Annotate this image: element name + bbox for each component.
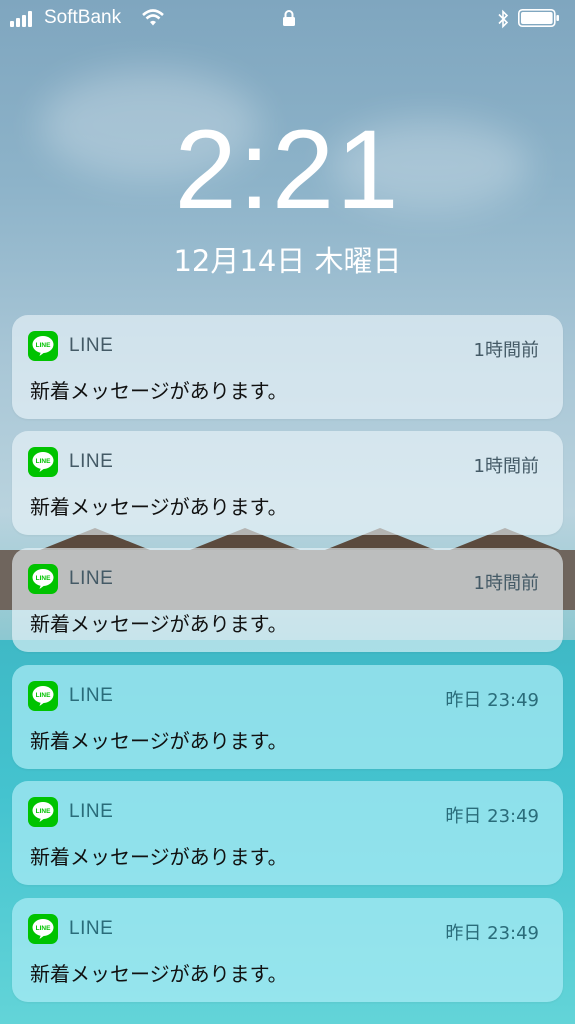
svg-text:LINE: LINE (36, 575, 51, 582)
notification-card[interactable]: LINE LINE 昨日 23:49 新着メッセージがあります。 (12, 898, 563, 1002)
notification-app-name: LINE (69, 801, 114, 822)
notification-app-name: LINE (69, 451, 114, 472)
wifi-icon (142, 9, 164, 26)
line-app-icon: LINE (28, 797, 58, 827)
svg-text:LINE: LINE (36, 458, 51, 465)
lockscreen-date: 12月14日 木曜日 (173, 244, 402, 278)
svg-text:LINE: LINE (36, 692, 51, 699)
notification-time: 昨日 23:49 (445, 806, 539, 827)
notification-time: 昨日 23:49 (445, 923, 539, 944)
notification-time: 1時間前 (473, 456, 539, 477)
svg-text:LINE: LINE (36, 342, 51, 349)
notification-card[interactable]: LINE LINE 1時間前新着メッセージがあります。 (12, 548, 563, 652)
notification-time: 昨日 23:49 (445, 690, 539, 711)
notification-message: 新着メッセージがあります。 (30, 729, 288, 753)
notification-card[interactable]: LINE LINE 1時間前新着メッセージがあります。 (12, 431, 563, 535)
notification-app-name: LINE (69, 918, 114, 939)
notification-message: 新着メッセージがあります。 (30, 612, 288, 636)
notification-message: 新着メッセージがあります。 (30, 962, 288, 986)
notification-time: 1時間前 (473, 340, 539, 361)
lock-icon (283, 10, 295, 26)
notification-message: 新着メッセージがあります。 (30, 495, 288, 519)
line-app-icon: LINE (28, 914, 58, 944)
status-bar: SoftBank (0, 0, 575, 40)
line-app-icon: LINE (28, 564, 58, 594)
line-app-icon: LINE (28, 331, 58, 361)
notification-card[interactable]: LINE LINE 昨日 23:49 新着メッセージがあります。 (12, 781, 563, 885)
notification-app-name: LINE (69, 568, 114, 589)
carrier-name: SoftBank (44, 7, 122, 28)
bluetooth-icon (498, 9, 509, 29)
notification-time: 1時間前 (473, 573, 539, 594)
notification-card[interactable]: LINE LINE 1時間前新着メッセージがあります。 (12, 315, 563, 419)
line-app-icon: LINE (28, 447, 58, 477)
battery-icon (518, 9, 559, 27)
notification-card[interactable]: LINE LINE 昨日 23:49 新着メッセージがあります。 (12, 665, 563, 769)
notification-app-name: LINE (69, 335, 114, 356)
line-app-icon: LINE (28, 681, 58, 711)
notification-app-name: LINE (69, 685, 114, 706)
svg-text:LINE: LINE (36, 808, 51, 815)
notification-message: 新着メッセージがあります。 (30, 845, 288, 869)
notification-message: 新着メッセージがあります。 (30, 379, 288, 403)
svg-text:LINE: LINE (36, 925, 51, 932)
lockscreen-time: 2:21 (174, 107, 401, 232)
